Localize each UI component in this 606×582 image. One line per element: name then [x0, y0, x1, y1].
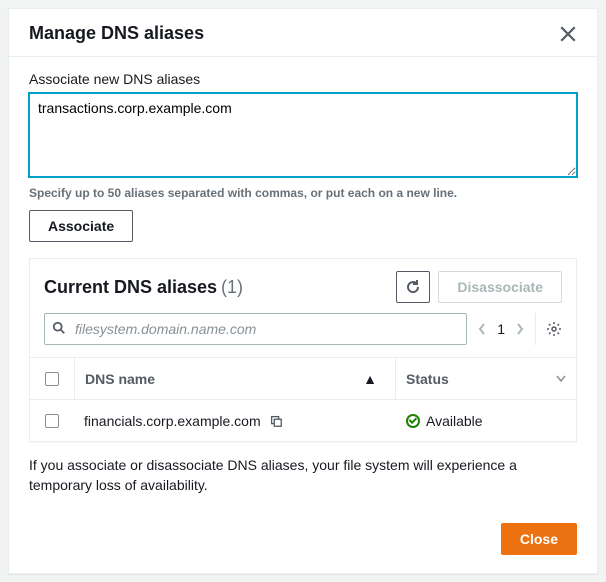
col-header-expand: [546, 375, 576, 383]
prev-page-icon[interactable]: [477, 322, 487, 336]
table-header: Current DNS aliases (1) Disassociate: [30, 259, 576, 313]
table-row: financials.corp.example.com Available: [30, 399, 576, 441]
sort-asc-icon: ▲: [363, 371, 377, 387]
col-header-status-label: Status: [406, 371, 449, 387]
search-wrap: [44, 313, 467, 345]
page-number: 1: [497, 321, 505, 337]
table-toolbar: 1: [30, 313, 576, 357]
dialog-body: Associate new DNS aliases Specify up to …: [9, 57, 597, 517]
select-all-cell: [30, 372, 74, 386]
separator: [535, 313, 536, 345]
next-page-icon[interactable]: [515, 322, 525, 336]
row-name: financials.corp.example.com: [84, 413, 261, 429]
table-count: (1): [221, 277, 243, 297]
settings-icon[interactable]: [546, 321, 562, 337]
row-checkbox[interactable]: [45, 414, 59, 428]
close-button[interactable]: Close: [501, 523, 577, 555]
table-title: Current DNS aliases: [44, 277, 217, 297]
status-ok-icon: [406, 414, 420, 428]
associate-help-text: Specify up to 50 aliases separated with …: [29, 186, 577, 200]
alias-textarea[interactable]: [29, 93, 577, 177]
table-actions: Disassociate: [396, 271, 562, 303]
select-all-checkbox[interactable]: [45, 372, 59, 386]
manage-dns-aliases-dialog: Manage DNS aliases Associate new DNS ali…: [8, 8, 598, 574]
col-header-name-label: DNS name: [85, 371, 155, 387]
dialog-title: Manage DNS aliases: [29, 23, 204, 44]
table-head-row: DNS name ▲ Status: [30, 357, 576, 399]
chevron-down-icon: [556, 375, 566, 383]
refresh-button[interactable]: [396, 271, 430, 303]
row-name-cell: financials.corp.example.com: [74, 413, 396, 429]
search-input[interactable]: [44, 313, 467, 345]
row-status: Available: [426, 413, 483, 429]
dialog-header: Manage DNS aliases: [9, 9, 597, 57]
copy-icon[interactable]: [269, 414, 283, 428]
table-title-wrap: Current DNS aliases (1): [44, 277, 243, 298]
row-status-cell: Available: [396, 413, 546, 429]
notice-text: If you associate or disassociate DNS ali…: [29, 442, 577, 503]
col-header-name[interactable]: DNS name ▲: [75, 371, 395, 387]
associate-button[interactable]: Associate: [29, 210, 133, 242]
refresh-icon: [405, 279, 421, 295]
pagination: 1: [477, 321, 525, 337]
dialog-footer: Close: [9, 517, 597, 573]
close-icon[interactable]: [559, 25, 577, 43]
current-aliases-panel: Current DNS aliases (1) Disassociate: [29, 258, 577, 442]
disassociate-button[interactable]: Disassociate: [438, 271, 562, 303]
col-header-status[interactable]: Status: [396, 371, 546, 387]
row-select-cell: [30, 414, 74, 428]
search-icon: [52, 321, 66, 335]
associate-label: Associate new DNS aliases: [29, 71, 577, 87]
